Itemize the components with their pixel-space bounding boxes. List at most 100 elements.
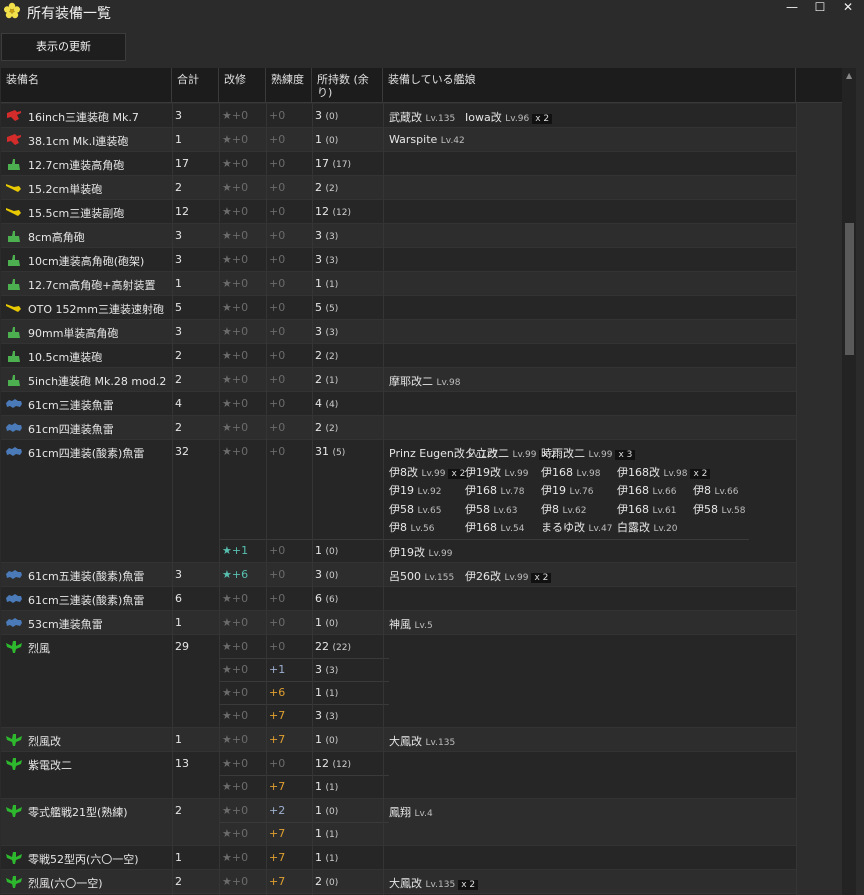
header-proficiency[interactable]: 熟練度 [266,68,312,102]
table-row[interactable]: 53cm連装魚雷 1 ★+0 +0 1 (0) 神風 Lv.5 [1,611,796,635]
ship-entry[interactable]: 伊58 Lv.65 [389,501,441,517]
ship-name: 摩耶改二 [389,375,433,388]
ship-entry[interactable]: 大鳳改 Lv.135 [389,733,455,749]
table-row[interactable]: 61cm三連装魚雷 4 ★+0 +0 4 (4) [1,392,796,416]
total-count: 1 [175,616,182,629]
ship-entry[interactable]: 伊19改 Lv.99 [465,464,528,480]
table-row[interactable]: 61cm三連装(酸素)魚雷 6 ★+0 +0 6 (6) [1,587,796,611]
ship-entry[interactable]: 伊168 Lv.54 [465,519,524,535]
header-total[interactable]: 合計 [172,68,219,102]
ship-entry[interactable]: 伊19 Lv.92 [389,482,441,498]
close-icon[interactable]: ✕ [836,0,860,20]
ship-name: 呂500 [389,570,421,583]
table-row[interactable]: OTO 152mm三連装速射砲 5 ★+0 +0 5 (5) [1,296,796,320]
total-count: 6 [175,592,182,605]
ship-level: Lv.98 [663,468,688,479]
equipment-name: 90mm単装高角砲 [28,327,119,340]
table-row[interactable]: 零式艦戦21型(熟練) 2 ★+0 +2 1 (0) 鳳翔 Lv.4 ★+0 +7 1 (1) [1,799,796,846]
header-count[interactable]: 所持数 (余り) [312,68,383,102]
ship-entry[interactable]: 伊168 Lv.61 [617,501,676,517]
table-row[interactable]: 紫電改二 13 ★+0 +0 12 (12) ★+0 +7 1 (1) [1,752,796,799]
table-row[interactable]: 15.2cm単装砲 2 ★+0 +0 2 (2) [1,176,796,200]
ship-level: Lv.56 [410,524,435,535]
ship-entry[interactable]: 伊8 Lv.66 [693,482,738,498]
minimize-icon[interactable]: — [780,0,804,20]
green-gun-icon [5,157,23,171]
ship-entry[interactable]: まるゆ改 Lv.47 [541,519,612,535]
improvement-level: ★+0 [222,686,249,699]
table-row[interactable]: 38.1cm Mk.I連装砲 1 ★+0 +0 1 (0) Warspite Lv.42 [1,128,796,152]
ship-entry[interactable]: 伊8 Lv.62 [541,501,586,517]
improvement-level: ★+0 [222,640,249,653]
owned-count: 1 (0) [315,544,338,557]
table-row[interactable]: 8cm高角砲 3 ★+0 +0 3 (3) [1,224,796,248]
owned-count: 1 (1) [315,851,338,864]
ship-entry[interactable]: 伊8 Lv.56 [389,519,434,535]
sub-row-divider [219,822,389,823]
maximize-icon[interactable]: ☐ [808,0,832,20]
ship-entry[interactable]: 神風 Lv.5 [389,616,433,632]
proficiency-level: +0 [269,253,286,266]
table-row[interactable]: 61cm四連装(酸素)魚雷 32 ★+0 +0 31 (5) Prinz Eugen改 L… [1,440,796,563]
table-row[interactable]: 61cm四連装魚雷 2 ★+0 +0 2 (2) [1,416,796,440]
count-value: 1 [315,544,322,557]
ship-entry[interactable]: 呂500 Lv.155 [389,568,454,584]
table-row[interactable]: 烈風(六〇一空) 2 ★+0 +7 2 (0) 大鳳改 Lv.135 x 2 [1,870,796,894]
owned-count: 12 (12) [315,205,351,218]
ship-name: 伊8 [389,521,407,535]
table-row[interactable]: 零戦52型丙(六〇一空) 1 ★+0 +7 1 (1) [1,846,796,870]
vertical-scrollbar[interactable] [842,68,856,895]
ship-entry[interactable]: 時雨改二 Lv.99 x 3 [541,445,636,461]
table-row[interactable]: 15.5cm三連装副砲 12 ★+0 +0 12 (12) [1,200,796,224]
table-row[interactable]: 10cm連装高角砲(砲架) 3 ★+0 +0 3 (3) [1,248,796,272]
ship-entry[interactable]: 鳳翔 Lv.4 [389,804,433,820]
count-value: 12 [315,757,329,770]
fighter-icon [5,757,23,771]
table-row[interactable]: 烈風改 1 ★+0 +7 1 (0) 大鳳改 Lv.135 [1,728,796,752]
improvement-level: ★+0 [222,301,249,314]
refresh-button[interactable]: 表示の更新 [1,33,126,61]
proficiency-level: +0 [269,325,286,338]
table-row[interactable]: 12.7cm連装高角砲 17 ★+0 +0 17 (17) [1,152,796,176]
ship-entry[interactable]: 伊19改 Lv.99 [389,544,452,560]
table-row[interactable]: 10.5cm連装砲 2 ★+0 +0 2 (2) [1,344,796,368]
ship-level: Lv.47 [588,524,613,535]
total-count: 2 [175,875,182,888]
total-count: 1 [175,851,182,864]
table-row[interactable]: 16inch三連装砲 Mk.7 3 ★+0 +0 3 (0) 武蔵改 Lv.135 Iowa… [1,104,796,128]
ship-entry[interactable]: 摩耶改二 Lv.98 [389,373,460,389]
table-row[interactable]: 61cm五連装(酸素)魚雷 3 ★+6 +0 3 (0) 呂500 Lv.155 伊26改 … [1,563,796,587]
ship-entry[interactable]: 伊58 Lv.63 [465,501,517,517]
improvement-level: ★+0 [222,804,249,817]
ship-entry[interactable]: 武蔵改 Lv.135 [389,109,455,125]
ship-entry[interactable]: 伊168 Lv.78 [465,482,524,498]
remaining-count: (1) [325,830,339,840]
table-row[interactable]: 12.7cm高角砲+高射装置 1 ★+0 +0 1 (1) [1,272,796,296]
ship-level: Lv.58 [721,505,746,516]
ship-entry[interactable]: 伊8改 Lv.99 x 2 [389,464,469,480]
header-equipped-ships[interactable]: 装備している艦娘 [383,68,796,102]
ship-entry[interactable]: 伊168 Lv.98 [541,464,600,480]
ship-name: まるゆ改 [541,521,585,535]
scrollbar-thumb[interactable] [845,223,854,355]
ship-entry[interactable]: 伊19 Lv.76 [541,482,593,498]
scroll-up-icon[interactable]: ▲ [846,71,852,80]
header-equipment-name[interactable]: 装備名 [1,68,172,102]
ship-entry[interactable]: Warspite Lv.42 [389,133,465,146]
ship-name: 伊8 [693,484,711,498]
ship-entry[interactable]: 伊26改 Lv.99 x 2 [465,568,552,584]
ship-entry[interactable]: 大鳳改 Lv.135 x 2 [389,875,479,891]
ship-name: 時雨改二 [541,447,585,460]
ship-entry[interactable]: 白露改 Lv.20 [617,519,677,535]
ship-entry[interactable]: 伊168改 Lv.98 x 2 [617,464,711,480]
table-row[interactable]: 90mm単装高角砲 3 ★+0 +0 3 (3) [1,320,796,344]
remaining-count: (3) [325,666,339,676]
header-improvement[interactable]: 改修 [219,68,266,102]
ship-entry[interactable]: 伊168 Lv.66 [617,482,676,498]
ship-entry[interactable]: 伊58 Lv.58 [693,501,745,517]
table-row[interactable]: 5inch連装砲 Mk.28 mod.2 2 ★+0 +0 2 (1) 摩耶改二 Lv.9… [1,368,796,392]
count-value: 3 [315,568,322,581]
table-row[interactable]: 烈風 29 ★+0 +0 22 (22) ★+0 +1 3 (3) ★+0 +6 1 (1) ★+0 +… [1,635,796,728]
equipment-name: 15.5cm三連装副砲 [28,207,125,220]
ship-entry[interactable]: Iowa改 Lv.96 x 2 [465,109,553,125]
